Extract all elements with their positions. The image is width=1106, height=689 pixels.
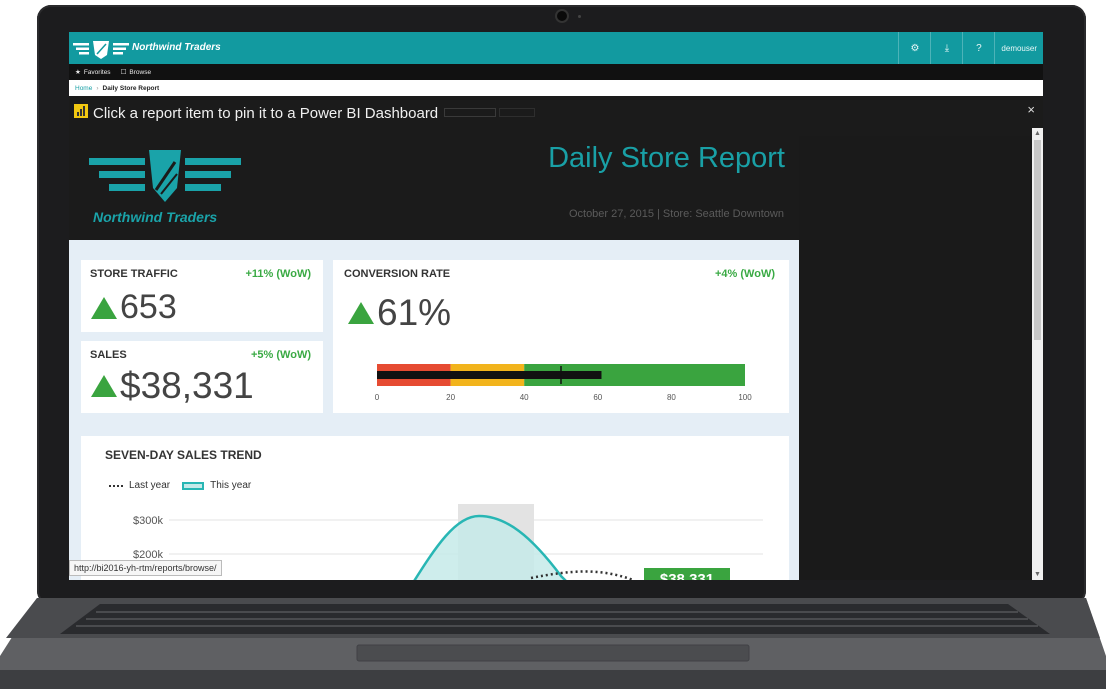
scroll-up-icon[interactable]: ▲ [1032,128,1043,139]
conversion-rate-delta: +4% (WoW) [715,268,775,280]
top-navigation-bar: Northwind Traders ⚙ ⤓ ? demouser [69,32,1043,64]
toolbar-ghost-field [444,108,496,117]
topbar-actions: ⚙ ⤓ ? demouser [898,32,1043,64]
webcam-icon [557,11,567,21]
store-traffic-value: 653 [120,288,177,326]
up-arrow-icon [91,375,117,397]
browse-link[interactable]: ☐ Browse [120,68,152,77]
folder-icon: ☐ [120,69,127,76]
gauge-tick-label: 0 [375,393,380,402]
sales-value: $38,331 [120,365,254,406]
favorites-link[interactable]: ★ Favorites [75,68,111,77]
laptop-keyboard-base [0,598,1106,689]
report-title: Daily Store Report [548,142,785,174]
conversion-rate-value: 61% [377,292,452,333]
up-arrow-icon [91,296,117,319]
breadcrumb-home-link[interactable]: Home [75,85,92,92]
gauge-tick-label: 60 [593,393,602,402]
y-tick-300k: $300k [133,515,163,527]
webcam-led [578,15,581,18]
app-brand[interactable]: Northwind Traders [132,42,221,53]
report-subtitle: October 27, 2015 | Store: Seattle Downto… [568,208,784,220]
sales-trend-card[interactable]: SEVEN-DAY SALES TREND Last year This yea… [81,436,789,580]
conversion-rate-card[interactable]: CONVERSION RATE +4% (WoW) 61% 0 20 40 60 80 1… [333,260,789,413]
favorites-bar: ★ Favorites ☐ Browse [69,64,1043,80]
report-canvas: Northwind Traders Daily Store Report Oct… [69,136,799,580]
sales-card[interactable]: SALES +5% (WoW) $38,331 [81,341,323,413]
up-arrow-icon [348,302,374,324]
toolbar-ghost-button [499,108,535,117]
sales-callout-value: $38,331 [660,571,714,580]
breadcrumb: Home › Daily Store Report [69,80,1043,96]
conversion-value-wrap: 61% [348,292,451,334]
gauge-tick-label: 100 [738,393,752,402]
browse-label: Browse [129,68,152,76]
help-icon[interactable]: ? [962,32,994,64]
scrollbar-thumb[interactable] [1034,140,1041,340]
northwind-logo-icon [73,41,129,59]
breadcrumb-separator: › [96,84,99,92]
laptop-screen: Northwind Traders ⚙ ⤓ ? demouser ★ Favor… [69,32,1043,580]
star-icon: ★ [75,69,81,76]
power-bi-icon [74,104,88,118]
gauge-tick-label: 40 [520,393,529,402]
sales-trend-chart: $300k $200k $38,331 [133,504,763,580]
store-traffic-delta: +11% (WoW) [245,268,311,280]
scroll-down-icon[interactable]: ▼ [1032,569,1043,580]
report-brand: Northwind Traders [93,209,218,225]
sales-label: SALES [90,349,127,361]
close-icon[interactable]: × [1027,102,1035,117]
laptop-stage: Northwind Traders ⚙ ⤓ ? demouser ★ Favor… [0,0,1106,689]
pin-banner-text: Click a report item to pin it to a Power… [93,105,439,122]
settings-gear-icon[interactable]: ⚙ [898,32,930,64]
gauge-value-bar [377,371,602,379]
sales-delta: +5% (WoW) [251,349,311,361]
favorites-label: Favorites [83,68,111,76]
download-icon[interactable]: ⤓ [930,32,962,64]
conversion-bullet-gauge: 0 20 40 60 80 100 [375,364,752,402]
store-traffic-value-wrap: 653 [91,288,177,327]
breadcrumb-current: Daily Store Report [102,84,160,92]
vertical-scrollbar[interactable]: ▲ ▼ [1032,128,1043,580]
gauge-tick-label: 20 [446,393,455,402]
sales-value-wrap: $38,331 [91,365,254,407]
status-bar-url: http://bi2016-yh-rtm/reports/browse/ [69,560,222,576]
gauge-tick-label: 80 [667,393,676,402]
report-body: STORE TRAFFIC +11% (WoW) 653 SALES +5% (… [69,240,799,580]
northwind-logo-large-icon [89,150,241,202]
user-menu[interactable]: demouser [994,32,1043,64]
conversion-rate-label: CONVERSION RATE [344,268,451,280]
store-traffic-card[interactable]: STORE TRAFFIC +11% (WoW) 653 [81,260,323,332]
store-traffic-label: STORE TRAFFIC [90,268,178,280]
pin-to-powerbi-banner: Click a report item to pin it to a Power… [69,96,1043,136]
